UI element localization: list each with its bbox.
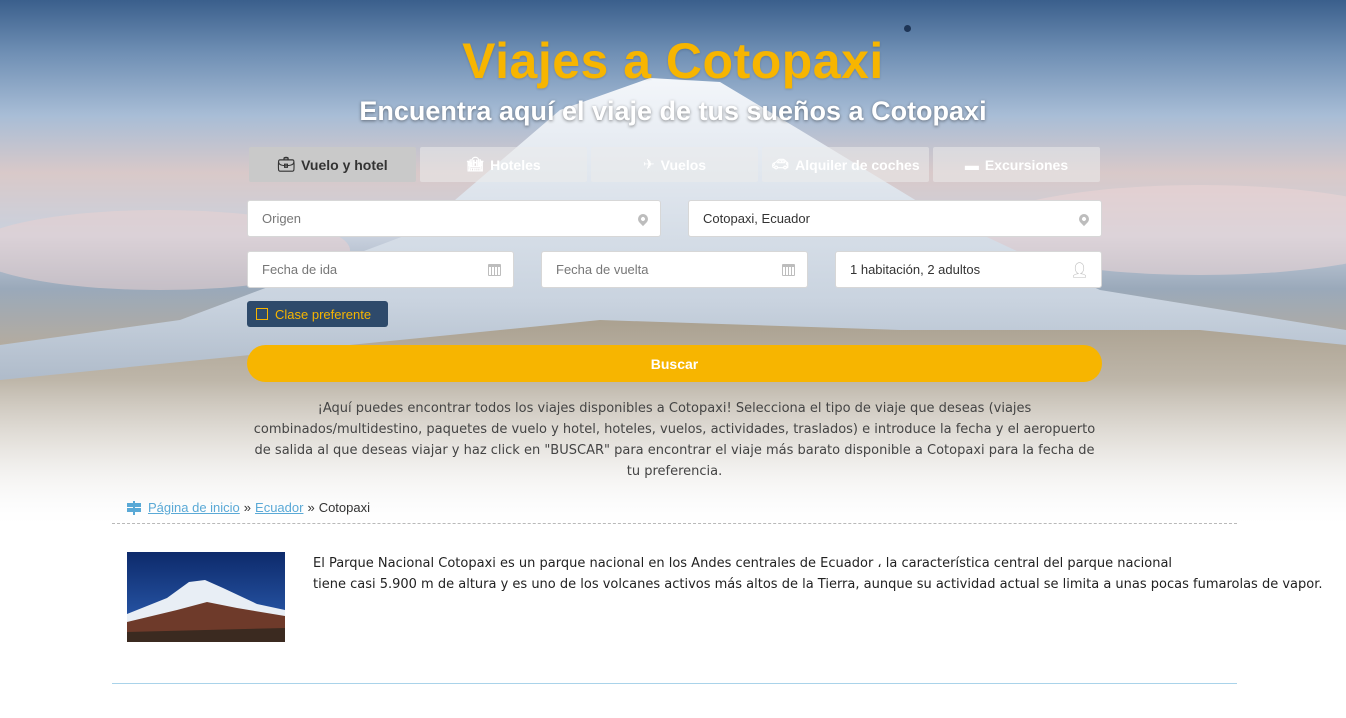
tab-excursions[interactable]: ▬ Excursiones <box>933 147 1100 182</box>
tab-label: Vuelo y hotel <box>301 156 388 173</box>
page-title: Viajes a Cotopaxi <box>462 33 884 89</box>
breadcrumb-country-link[interactable]: Ecuador <box>255 500 303 515</box>
return-placeholder: Fecha de vuelta <box>556 262 649 277</box>
plane-icon: ✈︎ <box>642 156 655 172</box>
suitcase-icon: 💼︎ <box>277 156 296 172</box>
breadcrumb-current: Cotopaxi <box>318 500 370 515</box>
destination-input[interactable]: Cotopaxi, Ecuador <box>688 200 1102 237</box>
destination-value: Cotopaxi, Ecuador <box>703 211 810 226</box>
departure-placeholder: Fecha de ida <box>262 262 338 277</box>
tab-label: Excursiones <box>984 156 1069 173</box>
signpost-icon <box>127 500 141 515</box>
tab-label: Vuelos <box>660 156 707 173</box>
search-button[interactable]: Buscar <box>247 345 1102 382</box>
tab-flights[interactable]: ✈︎ Vuelos <box>591 147 758 182</box>
description-line-1: El Parque Nacional Cotopaxi es un parque… <box>313 556 1173 571</box>
cotopaxi-thumbnail <box>127 552 285 642</box>
page-subtitle: Encuentra aquí el viaje de tus sueños a … <box>359 96 987 126</box>
guests-selector[interactable]: 1 habitación, 2 adultos 👤︎ <box>835 251 1102 288</box>
user-edit-icon: 👤︎ <box>1069 261 1089 279</box>
tab-car-rental[interactable]: 🚗︎ Alquiler de coches <box>762 147 929 182</box>
location-pin-icon <box>635 211 651 226</box>
checkbox-icon <box>256 308 268 320</box>
departure-date-input[interactable]: Fecha de ida <box>247 251 514 288</box>
hero-section: Viajes a Cotopaxi Encuentra aquí el viaj… <box>0 0 1346 525</box>
tab-hotels[interactable]: 🏨︎ Hoteles <box>420 147 587 182</box>
breadcrumb-separator: » <box>243 500 252 515</box>
origin-input[interactable]: Origen <box>247 200 661 237</box>
location-pin-icon <box>1076 211 1092 226</box>
decorative-dot <box>904 25 911 32</box>
guests-value: 1 habitación, 2 adultos <box>850 262 981 277</box>
car-icon: 🚗︎ <box>771 156 790 172</box>
breadcrumb: Página de inicio » Ecuador » Cotopaxi <box>127 500 370 515</box>
search-tabs: 💼︎ Vuelo y hotel 🏨︎ Hoteles ✈︎ Vuelos 🚗︎… <box>249 147 1100 182</box>
calendar-icon <box>782 263 795 276</box>
bottom-divider <box>112 683 1237 684</box>
ticket-icon: ▬ <box>964 156 979 173</box>
breadcrumb-home-link[interactable]: Página de inicio <box>148 500 240 515</box>
return-date-input[interactable]: Fecha de vuelta <box>541 251 808 288</box>
tab-label: Hoteles <box>490 156 541 173</box>
origin-placeholder: Origen <box>262 211 302 226</box>
intro-text: ¡Aquí puedes encontrar todos los viajes … <box>253 401 1096 479</box>
breadcrumb-separator: » <box>307 500 315 515</box>
tab-label: Alquiler de coches <box>795 156 920 173</box>
description-line-2: tiene casi 5.900 m de altura y es uno de… <box>313 577 1323 592</box>
tab-flight-hotel[interactable]: 💼︎ Vuelo y hotel <box>249 147 416 182</box>
description: El Parque Nacional Cotopaxi es un parque… <box>313 553 1323 595</box>
hotel-icon: 🏨︎ <box>466 156 485 172</box>
preferred-class-label: Clase preferente <box>275 306 372 322</box>
calendar-icon <box>488 263 501 276</box>
divider <box>112 523 1237 524</box>
preferred-class-checkbox[interactable]: Clase preferente <box>247 301 388 327</box>
